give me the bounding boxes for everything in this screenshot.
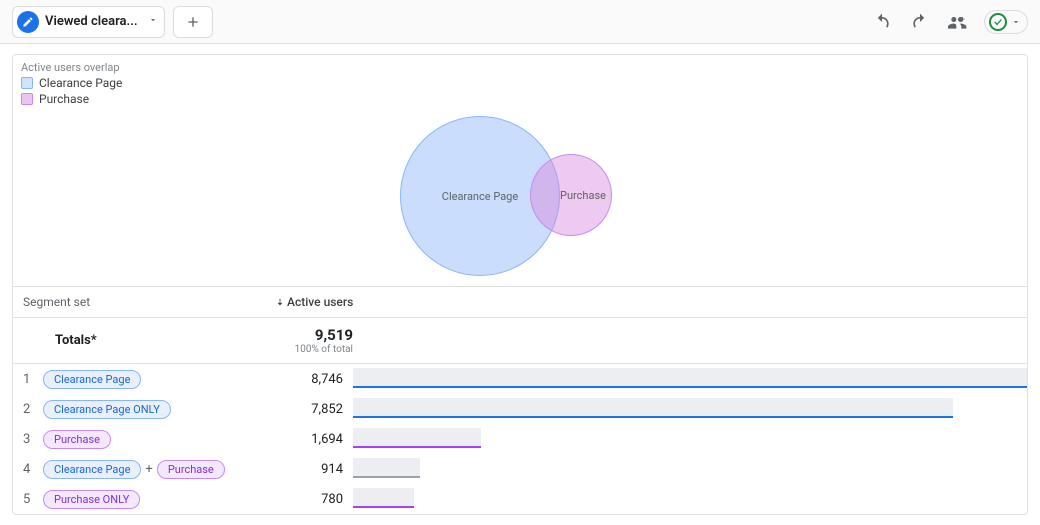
undo-button[interactable]	[870, 10, 894, 34]
redo-button[interactable]	[908, 10, 932, 34]
edit-icon	[17, 11, 39, 33]
row-index: 1	[13, 372, 43, 387]
bar-fill	[353, 428, 481, 446]
legend-title: Active users overlap	[21, 61, 1019, 74]
plus-icon: +	[145, 462, 152, 477]
segment-cell: Clearance Page	[43, 370, 265, 389]
bar-underline	[353, 446, 481, 448]
totals-pct: 100% of total	[265, 344, 353, 355]
add-tab-button[interactable]	[173, 6, 213, 38]
column-segment-set[interactable]: Segment set	[13, 287, 265, 317]
metric-value: 1,694	[265, 432, 353, 447]
bar-underline	[353, 506, 414, 508]
legend-label: Clearance Page	[39, 76, 122, 90]
swatch-icon	[21, 93, 33, 105]
row-index: 3	[13, 432, 43, 447]
totals-value: 9,519	[265, 326, 353, 344]
top-toolbar: Viewed cleara...	[0, 0, 1040, 44]
totals-row: Totals* 9,519 100% of total	[13, 318, 1027, 364]
bar-underline	[353, 386, 1027, 388]
row-index: 4	[13, 462, 43, 477]
legend-item-purchase: Purchase	[21, 92, 1019, 106]
legend-item-clearance: Clearance Page	[21, 76, 1019, 90]
table-row[interactable]: 4Clearance Page + Purchase 914	[13, 454, 1027, 484]
metric-value: 7,852	[265, 402, 353, 417]
table-row[interactable]: 2Clearance Page ONLY 7,852	[13, 394, 1027, 424]
metric-value: 8,746	[265, 372, 353, 387]
bar-fill	[353, 398, 953, 416]
metric-cell: 914	[265, 454, 1027, 484]
table-row[interactable]: 1Clearance Page 8,746	[13, 364, 1027, 394]
segment-chip[interactable]: Purchase	[43, 430, 111, 449]
metric-cell: 1,694	[265, 424, 1027, 454]
table-header: Segment set Active users	[13, 286, 1027, 318]
overlap-card: Active users overlap Clearance Page Purc…	[12, 54, 1028, 515]
swatch-icon	[21, 77, 33, 89]
table-row[interactable]: 3Purchase 1,694	[13, 424, 1027, 454]
table-row[interactable]: 5Purchase ONLY 780	[13, 484, 1027, 514]
column-active-users[interactable]: Active users	[275, 295, 1017, 309]
totals-label: Totals*	[13, 333, 265, 348]
row-index: 5	[13, 492, 43, 507]
share-button[interactable]	[946, 10, 970, 34]
tab-viewed-clearance[interactable]: Viewed cleara...	[12, 6, 165, 38]
row-index: 2	[13, 402, 43, 417]
venn-set-purchase[interactable]: Purchase	[530, 154, 612, 236]
bar-underline	[353, 416, 953, 418]
segment-cell: Purchase	[43, 430, 265, 449]
status-dropdown[interactable]	[984, 10, 1028, 34]
metric-value: 780	[265, 492, 353, 507]
sort-desc-icon	[275, 297, 285, 307]
metric-cell: 780	[265, 484, 1027, 514]
segment-cell: Clearance Page ONLY	[43, 400, 265, 419]
legend-label: Purchase	[39, 92, 89, 106]
bar-fill	[353, 368, 1027, 386]
chevron-down-icon	[1011, 17, 1021, 27]
check-circle-icon	[989, 13, 1007, 31]
segment-chip[interactable]: Clearance Page	[43, 370, 141, 389]
segment-chip[interactable]: Purchase ONLY	[43, 490, 140, 509]
segment-chip[interactable]: Clearance Page ONLY	[43, 400, 171, 419]
bar-fill	[353, 458, 420, 476]
tab-label: Viewed cleara...	[45, 14, 138, 29]
chevron-down-icon	[148, 14, 158, 29]
metric-value: 914	[265, 462, 353, 477]
metric-cell: 7,852	[265, 394, 1027, 424]
bar-underline	[353, 476, 420, 478]
bar-fill	[353, 488, 414, 506]
segment-cell: Purchase ONLY	[43, 490, 265, 509]
metric-cell: 8,746	[265, 364, 1027, 394]
segment-chip[interactable]: Purchase	[157, 460, 225, 479]
segment-chip[interactable]: Clearance Page	[43, 460, 141, 479]
venn-diagram: Clearance Page Purchase	[13, 106, 1027, 286]
segment-cell: Clearance Page + Purchase	[43, 460, 265, 479]
